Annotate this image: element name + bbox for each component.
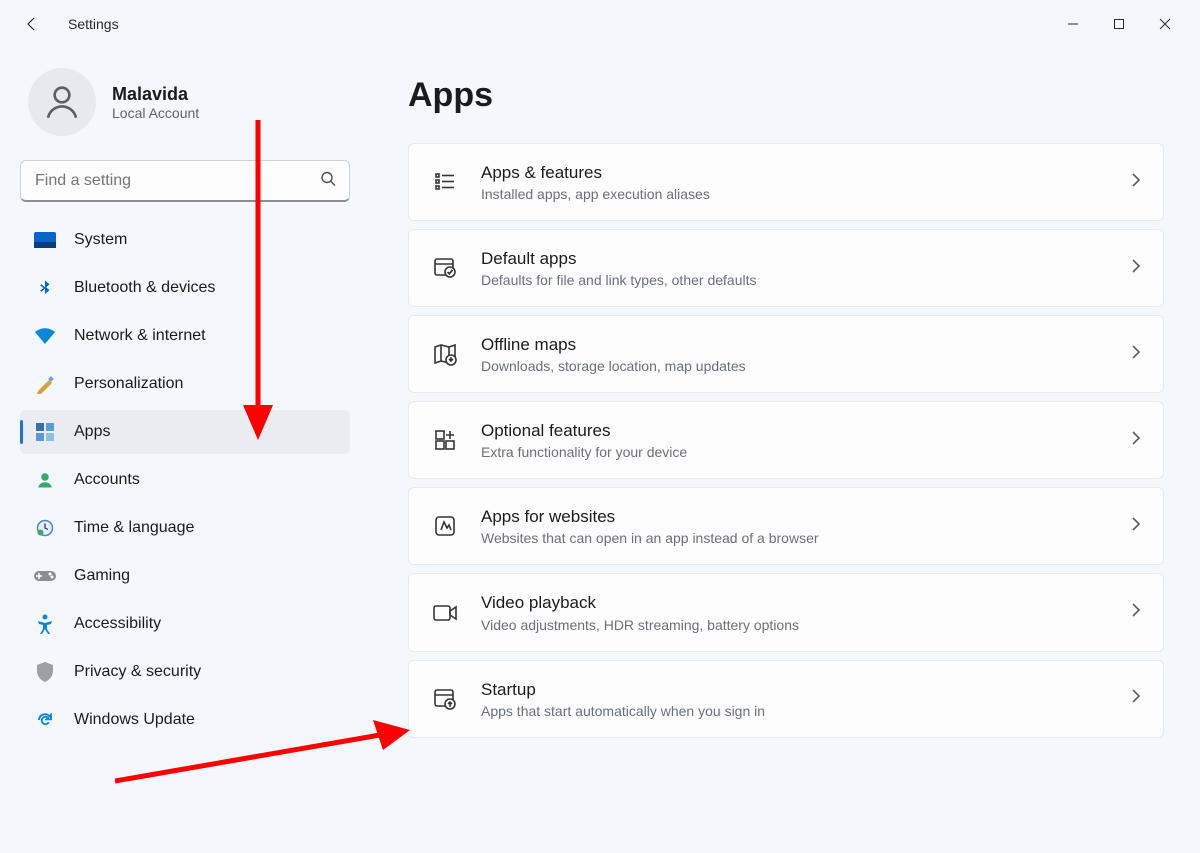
apps-features-icon xyxy=(431,168,459,196)
sidebar: Malavida Local Account System Bluetooth &… xyxy=(0,48,360,853)
maximize-button[interactable] xyxy=(1096,8,1142,40)
sidebar-item-label: Bluetooth & devices xyxy=(74,279,215,297)
sidebar-item-personalization[interactable]: Personalization xyxy=(20,362,350,406)
close-icon xyxy=(1159,18,1171,30)
card-text: Optional features Extra functionality for… xyxy=(481,420,1109,460)
card-text: Apps & features Installed apps, app execu… xyxy=(481,162,1109,202)
card-title: Optional features xyxy=(481,420,1109,442)
default-apps-icon xyxy=(431,254,459,282)
card-video-playback[interactable]: Video playback Video adjustments, HDR str… xyxy=(408,573,1164,651)
sidebar-item-label: Network & internet xyxy=(74,327,206,345)
sidebar-item-network[interactable]: Network & internet xyxy=(20,314,350,358)
card-default-apps[interactable]: Default apps Defaults for file and link t… xyxy=(408,229,1164,307)
search-input[interactable] xyxy=(20,160,350,202)
sidebar-item-label: Accessibility xyxy=(74,615,161,633)
chevron-right-icon xyxy=(1131,258,1141,279)
system-icon xyxy=(34,229,56,251)
card-title: Default apps xyxy=(481,248,1109,270)
avatar-icon xyxy=(41,81,83,123)
back-button[interactable] xyxy=(20,12,44,36)
sidebar-item-label: Time & language xyxy=(74,519,194,537)
minimize-button[interactable] xyxy=(1050,8,1096,40)
sidebar-item-system[interactable]: System xyxy=(20,218,350,262)
chevron-right-icon xyxy=(1131,172,1141,193)
sidebar-item-time[interactable]: Time & language xyxy=(20,506,350,550)
card-subtitle: Downloads, storage location, map updates xyxy=(481,358,1109,374)
profile-name: Malavida xyxy=(112,84,199,105)
card-apps-features[interactable]: Apps & features Installed apps, app execu… xyxy=(408,143,1164,221)
apps-icon xyxy=(34,421,56,443)
sidebar-item-label: Personalization xyxy=(74,375,183,393)
window-controls xyxy=(1050,8,1188,40)
sidebar-item-label: Windows Update xyxy=(74,711,195,729)
card-subtitle: Installed apps, app execution aliases xyxy=(481,186,1109,202)
arrow-left-icon xyxy=(24,16,40,32)
main-content: Apps Apps & features Installed apps, app … xyxy=(360,48,1200,853)
card-offline-maps[interactable]: Offline maps Downloads, storage location,… xyxy=(408,315,1164,393)
card-apps-websites[interactable]: Apps for websites Websites that can open … xyxy=(408,487,1164,565)
sidebar-item-privacy[interactable]: Privacy & security xyxy=(20,650,350,694)
card-subtitle: Defaults for file and link types, other … xyxy=(481,272,1109,288)
avatar xyxy=(28,68,96,136)
privacy-icon xyxy=(34,661,56,683)
card-subtitle: Extra functionality for your device xyxy=(481,444,1109,460)
app-title: Settings xyxy=(68,16,119,32)
sidebar-item-label: Gaming xyxy=(74,567,130,585)
sidebar-item-apps[interactable]: Apps xyxy=(20,410,350,454)
card-title: Apps & features xyxy=(481,162,1109,184)
card-title: Offline maps xyxy=(481,334,1109,356)
card-text: Video playback Video adjustments, HDR str… xyxy=(481,592,1109,632)
startup-icon xyxy=(431,685,459,713)
chevron-right-icon xyxy=(1131,344,1141,365)
card-title: Video playback xyxy=(481,592,1109,614)
sidebar-item-label: System xyxy=(74,231,127,249)
cards-list: Apps & features Installed apps, app execu… xyxy=(408,143,1164,738)
card-subtitle: Video adjustments, HDR streaming, batter… xyxy=(481,617,1109,633)
sidebar-item-gaming[interactable]: Gaming xyxy=(20,554,350,598)
sidebar-item-label: Privacy & security xyxy=(74,663,201,681)
profile-block[interactable]: Malavida Local Account xyxy=(20,64,360,156)
titlebar: Settings xyxy=(0,0,1200,48)
profile-account-type: Local Account xyxy=(112,105,199,121)
card-text: Default apps Defaults for file and link t… xyxy=(481,248,1109,288)
update-icon xyxy=(34,709,56,731)
apps-websites-icon xyxy=(431,512,459,540)
card-text: Apps for websites Websites that can open … xyxy=(481,506,1109,546)
chevron-right-icon xyxy=(1131,516,1141,537)
sidebar-item-label: Accounts xyxy=(74,471,140,489)
accessibility-icon xyxy=(34,613,56,635)
sidebar-item-label: Apps xyxy=(74,423,110,441)
bluetooth-icon xyxy=(34,277,56,299)
sidebar-item-accessibility[interactable]: Accessibility xyxy=(20,602,350,646)
minimize-icon xyxy=(1067,18,1079,30)
time-icon xyxy=(34,517,56,539)
optional-feat-icon xyxy=(431,426,459,454)
search-box[interactable] xyxy=(20,160,350,202)
card-subtitle: Websites that can open in an app instead… xyxy=(481,530,1109,546)
chevron-right-icon xyxy=(1131,688,1141,709)
sidebar-item-accounts[interactable]: Accounts xyxy=(20,458,350,502)
card-title: Startup xyxy=(481,679,1109,701)
gaming-icon xyxy=(34,565,56,587)
video-playback-icon xyxy=(431,599,459,627)
page-title: Apps xyxy=(408,76,1164,115)
card-startup[interactable]: Startup Apps that start automatically whe… xyxy=(408,660,1164,738)
chevron-right-icon xyxy=(1131,602,1141,623)
card-subtitle: Apps that start automatically when you s… xyxy=(481,703,1109,719)
offline-maps-icon xyxy=(431,340,459,368)
card-text: Startup Apps that start automatically whe… xyxy=(481,679,1109,719)
maximize-icon xyxy=(1113,18,1125,30)
sidebar-item-update[interactable]: Windows Update xyxy=(20,698,350,742)
search-icon xyxy=(320,171,336,192)
accounts-icon xyxy=(34,469,56,491)
personalization-icon xyxy=(34,373,56,395)
card-title: Apps for websites xyxy=(481,506,1109,528)
sidebar-item-bluetooth[interactable]: Bluetooth & devices xyxy=(20,266,350,310)
card-optional-feat[interactable]: Optional features Extra functionality for… xyxy=(408,401,1164,479)
nav: System Bluetooth & devices Network & inter… xyxy=(20,218,360,742)
close-button[interactable] xyxy=(1142,8,1188,40)
card-text: Offline maps Downloads, storage location,… xyxy=(481,334,1109,374)
chevron-right-icon xyxy=(1131,430,1141,451)
network-icon xyxy=(34,325,56,347)
